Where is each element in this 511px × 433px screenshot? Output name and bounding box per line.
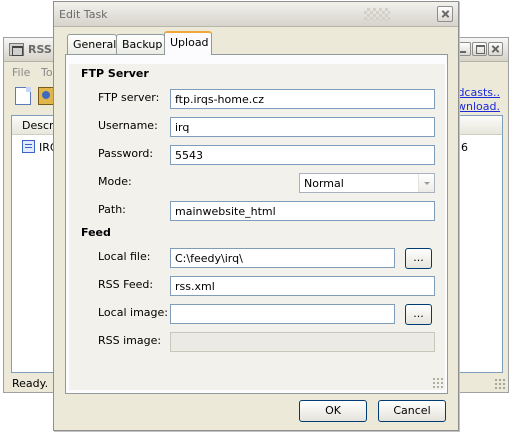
local-image-label: Local image: <box>98 306 168 319</box>
username-label: Username: <box>98 119 158 132</box>
main-window-title: RSS <box>28 43 52 56</box>
ok-button[interactable]: OK <box>299 400 367 422</box>
username-input[interactable] <box>170 117 435 137</box>
rss-feed-input[interactable] <box>170 276 435 296</box>
local-file-label: Local file: <box>98 250 151 263</box>
browse-local-file-button[interactable]: ... <box>405 248 432 269</box>
password-label: Password: <box>98 147 154 160</box>
main-close-button[interactable] <box>488 42 503 56</box>
rss-feed-label: RSS Feed: <box>98 278 154 291</box>
tab-backup[interactable]: Backup <box>116 34 165 54</box>
rss-image-input <box>170 332 435 352</box>
password-input[interactable] <box>170 145 435 165</box>
mode-select-value: Normal <box>304 177 344 190</box>
rss-app-icon <box>9 43 24 56</box>
status-bar-text: Ready. <box>12 377 49 390</box>
resize-grip-icon[interactable] <box>432 377 443 388</box>
maximize-icon <box>473 43 486 55</box>
maximize-button[interactable] <box>472 42 487 56</box>
dialog-title: Edit Task <box>59 8 108 21</box>
path-input[interactable] <box>170 201 435 221</box>
local-image-input[interactable] <box>170 304 395 324</box>
local-file-input[interactable] <box>170 248 395 268</box>
dialog-close-button[interactable] <box>437 6 453 22</box>
ftp-server-input[interactable] <box>170 89 435 109</box>
edit-task-dialog: Edit Task General Backup Upload FTP Serv… <box>53 1 459 431</box>
column-description[interactable]: Descri <box>22 119 57 132</box>
new-document-icon[interactable] <box>15 87 31 105</box>
mode-label: Mode: <box>98 175 132 188</box>
close-icon <box>489 43 502 55</box>
upload-settings-group: FTP Server FTP server: Username: Passwor… <box>69 64 445 390</box>
tab-upload[interactable]: Upload <box>164 31 212 55</box>
menu-tools[interactable]: To <box>41 66 53 79</box>
ftp-server-section-title: FTP Server <box>81 67 149 80</box>
feed-section-title: Feed <box>81 226 111 239</box>
list-item-value: 6 <box>461 141 468 154</box>
edit-image-icon[interactable] <box>38 87 54 105</box>
rss-image-label: RSS image: <box>98 334 162 347</box>
resize-grip-icon[interactable] <box>494 378 505 389</box>
task-icon <box>22 140 35 153</box>
chevron-down-icon[interactable] <box>418 174 434 192</box>
ftp-server-label: FTP server: <box>98 91 160 104</box>
title-pattern-icon <box>364 8 390 21</box>
cancel-button[interactable]: Cancel <box>378 400 446 422</box>
browse-local-image-button[interactable]: ... <box>405 304 432 325</box>
mode-select[interactable]: Normal <box>299 173 435 193</box>
upload-tab-panel: FTP Server FTP server: Username: Passwor… <box>65 54 448 394</box>
dialog-titlebar[interactable]: Edit Task <box>54 2 458 27</box>
menu-file[interactable]: File <box>12 66 30 79</box>
tab-general[interactable]: General <box>67 34 117 54</box>
path-label: Path: <box>98 203 126 216</box>
